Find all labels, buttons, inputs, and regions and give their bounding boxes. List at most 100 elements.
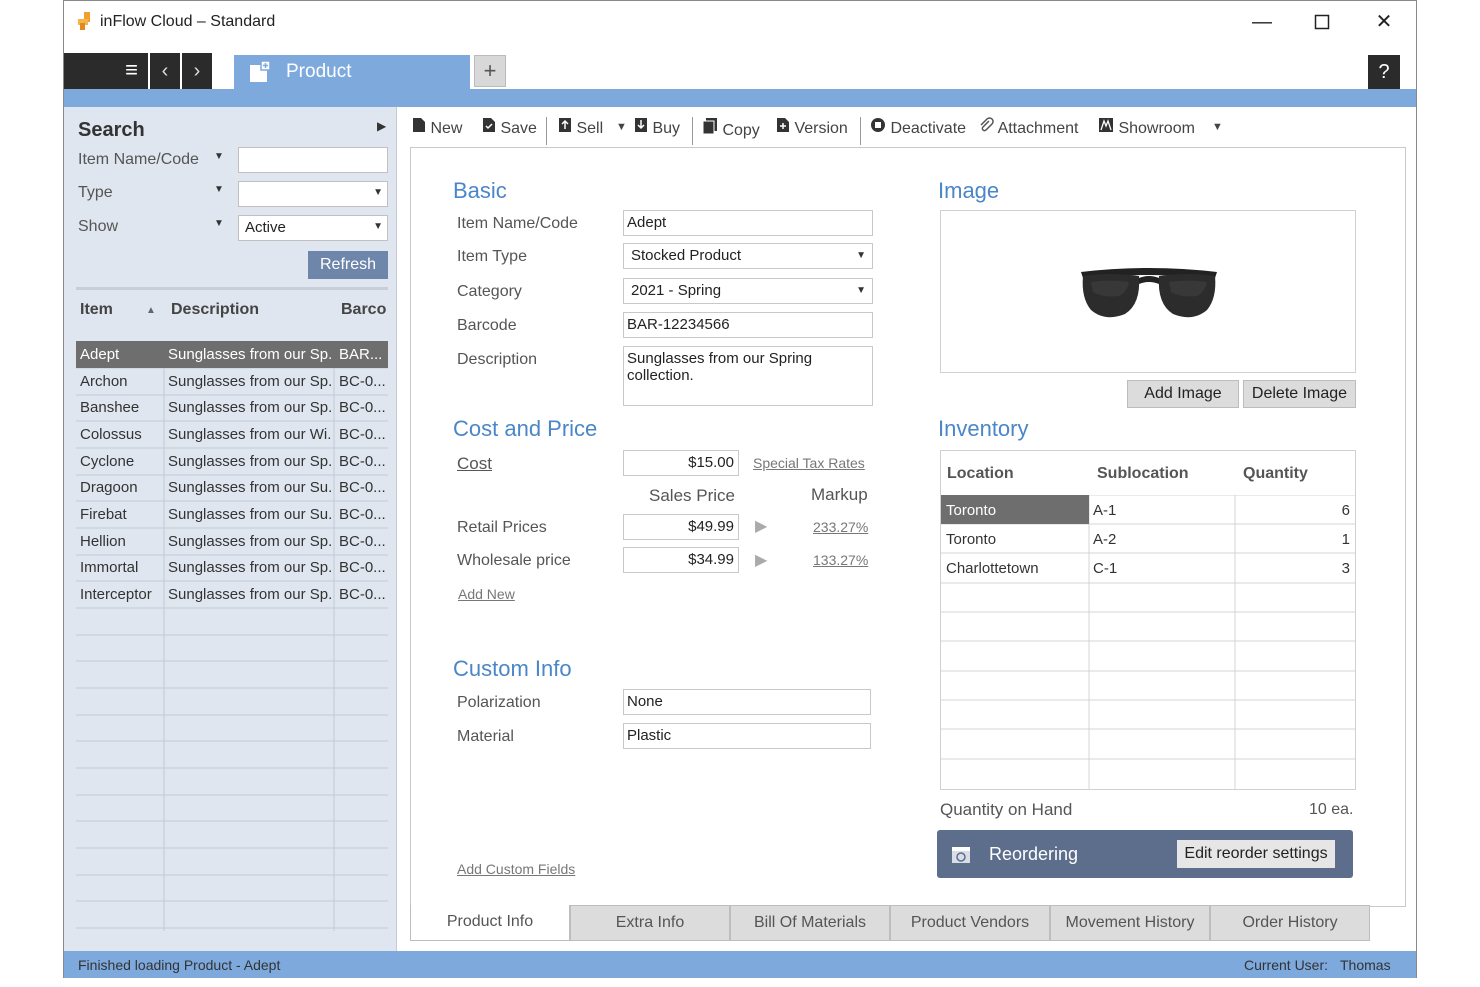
tab-movement-history[interactable]: Movement History — [1050, 905, 1210, 941]
tab-order-history[interactable]: Order History — [1210, 905, 1370, 941]
material-field[interactable]: Plastic — [623, 723, 871, 749]
refresh-button[interactable]: Refresh — [308, 251, 388, 279]
close-button[interactable]: ✕ — [1364, 7, 1404, 37]
table-row[interactable]: Archon Sunglasses from our Sp... BC-0... — [76, 368, 388, 395]
item-name-field[interactable]: Adept — [623, 210, 873, 236]
new-button[interactable]: New — [412, 117, 462, 138]
row-description: Sunglasses from our Sp... — [168, 559, 332, 576]
retail-price-field[interactable]: $49.99 — [623, 514, 739, 540]
hamburger-icon: ≡ — [125, 57, 138, 82]
section-title-custom-info: Custom Info — [453, 656, 572, 681]
back-button[interactable]: ‹ — [150, 53, 180, 89]
filter-caret-icon[interactable]: ▼ — [214, 151, 224, 162]
add-new-price-link[interactable]: Add New — [458, 586, 515, 602]
description-textarea[interactable]: Sunglasses from our Spring collection. — [623, 346, 873, 406]
copy-button[interactable]: Copy — [702, 117, 760, 140]
showroom-dropdown-icon[interactable]: ▼ — [1212, 121, 1223, 133]
edit-reorder-settings-button[interactable]: Edit reorder settings — [1177, 840, 1335, 868]
filter-caret-icon[interactable]: ▼ — [214, 218, 224, 229]
cost-link[interactable]: Cost — [457, 454, 492, 474]
polarization-field[interactable]: None — [623, 689, 871, 715]
column-header-description[interactable]: Description — [171, 301, 259, 319]
buy-icon — [635, 118, 647, 132]
column-header-sublocation[interactable]: Sublocation — [1097, 465, 1189, 483]
showroom-button-label: Showroom — [1118, 120, 1195, 137]
wholesale-markup-link[interactable]: 133.27% — [813, 552, 868, 568]
section-title-basic: Basic — [453, 178, 507, 203]
retail-markup-link[interactable]: 233.27% — [813, 519, 868, 535]
version-icon — [777, 118, 789, 132]
row-item: Interceptor — [80, 586, 152, 603]
sell-button[interactable]: Sell — [558, 117, 603, 138]
window-title: inFlow Cloud – Standard — [100, 13, 276, 30]
version-button[interactable]: Version — [776, 117, 848, 138]
sort-ascending-icon: ▲ — [146, 305, 156, 316]
add-image-button[interactable]: Add Image — [1127, 380, 1239, 408]
product-image-frame[interactable] — [940, 210, 1356, 373]
deactivate-button[interactable]: Deactivate — [870, 117, 966, 138]
chevron-down-icon: ▼ — [373, 221, 383, 232]
header-accent-bar — [64, 89, 1416, 107]
column-header-quantity[interactable]: Quantity — [1243, 465, 1308, 483]
table-row[interactable]: Adept Sunglasses from our Sp... BAR... — [76, 341, 388, 368]
table-row[interactable]: Colossus Sunglasses from our Wi... BC-0.… — [76, 421, 388, 448]
category-select[interactable]: 2021 - Spring ▼ — [623, 278, 873, 304]
maximize-button[interactable] — [1302, 7, 1342, 37]
deactivate-button-label: Deactivate — [890, 120, 967, 137]
sunglasses-image — [1081, 268, 1217, 318]
row-barcode: BAR... — [339, 346, 383, 363]
row-barcode: BC-0... — [339, 373, 386, 390]
forward-button[interactable]: › — [182, 53, 212, 89]
attachment-button[interactable]: Attachment — [978, 117, 1079, 138]
show-select[interactable]: Active ▼ — [238, 215, 388, 241]
tab-product-vendors[interactable]: Product Vendors — [890, 905, 1050, 941]
column-header-barcode[interactable]: Barco — [341, 301, 386, 319]
table-row[interactable]: Immortal Sunglasses from our Sp... BC-0.… — [76, 555, 388, 582]
table-row[interactable]: Interceptor Sunglasses from our Sp... BC… — [76, 581, 388, 608]
table-row[interactable]: Charlottetown C-1 3 — [941, 553, 1355, 582]
row-barcode: BC-0... — [339, 559, 386, 576]
table-row[interactable]: Firebat Sunglasses from our Su... BC-0..… — [76, 501, 388, 528]
row-description: Sunglasses from our Sp... — [168, 453, 332, 470]
row-location: Toronto — [946, 502, 997, 519]
buy-button[interactable]: Buy — [634, 117, 680, 138]
help-button[interactable]: ? — [1368, 55, 1400, 89]
tab-product-info[interactable]: Product Info — [410, 905, 570, 941]
item-type-select[interactable]: Stocked Product ▼ — [623, 243, 873, 269]
item-name-search-input[interactable] — [238, 147, 388, 173]
tab-extra-info[interactable]: Extra Info — [570, 905, 730, 941]
barcode-field[interactable]: BAR-12234566 — [623, 312, 873, 338]
filter-caret-icon[interactable]: ▼ — [214, 184, 224, 195]
add-custom-fields-link[interactable]: Add Custom Fields — [457, 861, 575, 877]
chevron-right-icon: › — [193, 60, 201, 82]
table-row[interactable]: Cyclone Sunglasses from our Sp... BC-0..… — [76, 448, 388, 475]
save-button-label: Save — [500, 120, 537, 137]
sell-dropdown-icon[interactable]: ▼ — [616, 121, 627, 133]
version-button-label: Version — [794, 120, 848, 137]
show-select-value: Active — [245, 219, 286, 236]
chevron-down-icon: ▼ — [856, 250, 866, 261]
type-select[interactable]: ▼ — [238, 181, 388, 207]
table-row[interactable]: Banshee Sunglasses from our Sp... BC-0..… — [76, 395, 388, 422]
special-tax-rates-link[interactable]: Special Tax Rates — [753, 455, 865, 471]
current-user-label: Current User: — [1244, 957, 1329, 973]
table-row[interactable]: Toronto A-1 6 — [941, 495, 1355, 524]
collapse-panel-icon[interactable]: ▶ — [377, 119, 386, 133]
showroom-button[interactable]: Showroom — [1098, 117, 1195, 138]
minimize-button[interactable]: — — [1242, 7, 1282, 37]
row-item: Immortal — [80, 559, 139, 576]
column-header-item[interactable]: Item — [80, 301, 113, 319]
wholesale-price-label: Wholesale price — [457, 552, 571, 569]
new-tab-button[interactable]: + — [474, 55, 506, 87]
column-header-location[interactable]: Location — [947, 465, 1014, 483]
table-row[interactable]: Dragoon Sunglasses from our Su... BC-0..… — [76, 475, 388, 502]
save-button[interactable]: Save — [482, 117, 537, 138]
wholesale-price-field[interactable]: $34.99 — [623, 547, 739, 573]
tab-bill-of-materials[interactable]: Bill Of Materials — [730, 905, 890, 941]
delete-image-button[interactable]: Delete Image — [1243, 380, 1356, 408]
hamburger-menu-button[interactable]: ≡ — [64, 53, 148, 89]
tab-product[interactable]: Product — [234, 55, 470, 89]
cost-field[interactable]: $15.00 — [623, 450, 739, 476]
table-row[interactable]: Hellion Sunglasses from our Sp... BC-0..… — [76, 528, 388, 555]
table-row[interactable]: Toronto A-2 1 — [941, 524, 1355, 553]
